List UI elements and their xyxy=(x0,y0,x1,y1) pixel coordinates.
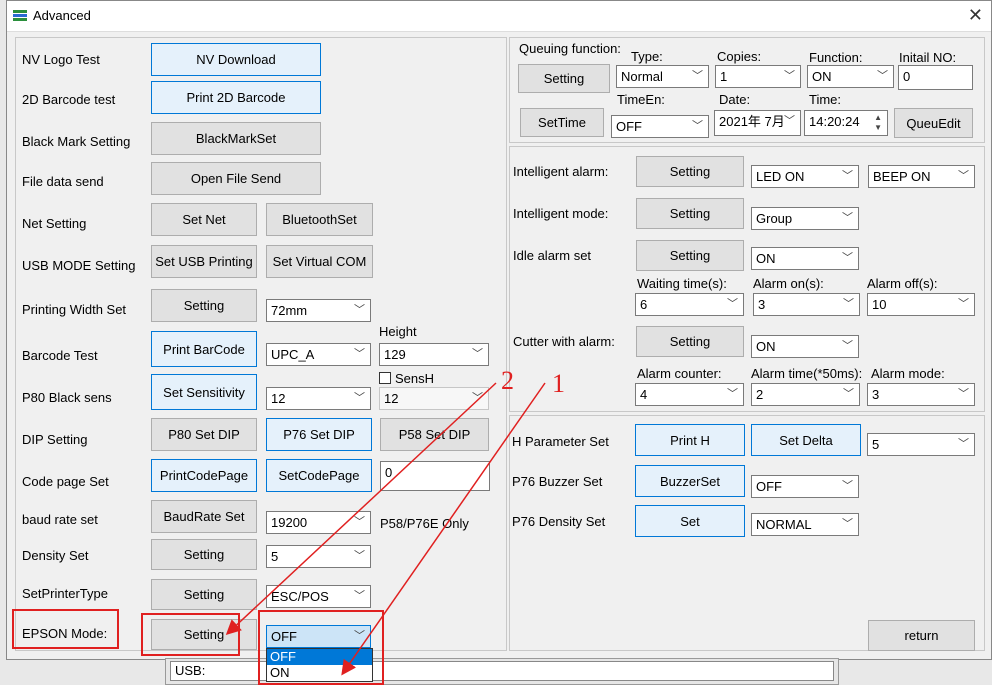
annotation-arrows xyxy=(225,382,546,676)
annotation-number-2: 2 xyxy=(501,366,514,395)
arrow-2 xyxy=(225,382,497,636)
arrow-1 xyxy=(341,382,546,676)
annotation-number-1: 1 xyxy=(552,369,565,398)
